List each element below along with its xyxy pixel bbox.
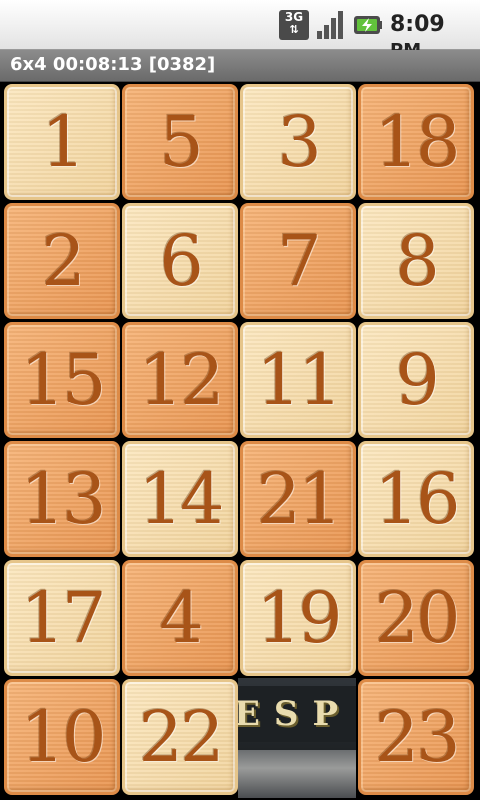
empty-slot: ESP [238, 678, 356, 798]
puzzle-tile-17[interactable]: 17 [4, 560, 120, 676]
puzzle-tile-5[interactable]: 5 [122, 84, 238, 200]
puzzle-tile-1[interactable]: 1 [4, 84, 120, 200]
puzzle-tile-16[interactable]: 16 [358, 441, 474, 557]
puzzle-tile-21[interactable]: 21 [240, 441, 356, 557]
puzzle-tile-12[interactable]: 12 [122, 322, 238, 438]
data-arrows-icon: ⇅ [289, 23, 299, 36]
puzzle-tile-7[interactable]: 7 [240, 203, 356, 319]
puzzle-tile-14[interactable]: 14 [122, 441, 238, 557]
clock-time: 8:09 [390, 12, 445, 37]
puzzle-tile-2[interactable]: 2 [4, 203, 120, 319]
puzzle-tile-3[interactable]: 3 [240, 84, 356, 200]
puzzle-tile-19[interactable]: 19 [240, 560, 356, 676]
puzzle-tile-18[interactable]: 18 [358, 84, 474, 200]
puzzle-tile-23[interactable]: 23 [358, 679, 474, 795]
clock: 8:09 PM [390, 12, 480, 61]
puzzle-tile-9[interactable]: 9 [358, 322, 474, 438]
network-label: 3G [284, 10, 304, 24]
puzzle-tile-11[interactable]: 11 [240, 322, 356, 438]
status-bar: 3G ⇅ 8:09 PM [0, 0, 480, 61]
puzzle-tile-13[interactable]: 13 [4, 441, 120, 557]
puzzle-tile-22[interactable]: 22 [122, 679, 238, 795]
signal-strength-icon [317, 11, 343, 39]
game-title-bar: 6x4 00:08:13 [0382] [0, 50, 480, 82]
game-status-text: 6x4 00:08:13 [0382] [10, 54, 216, 75]
empty-slot-picture-text: ESP [238, 686, 356, 742]
puzzle-tile-6[interactable]: 6 [122, 203, 238, 319]
puzzle-tile-20[interactable]: 20 [358, 560, 474, 676]
battery-charging-icon [354, 16, 382, 34]
network-3g-icon: 3G ⇅ [279, 10, 309, 40]
puzzle-board: 1 5 3 18 2 6 7 8 15 12 11 9 13 14 21 16 17 4 19 20 10 22 ESP 23 [0, 82, 480, 800]
puzzle-tile-8[interactable]: 8 [358, 203, 474, 319]
puzzle-tile-4[interactable]: 4 [122, 560, 238, 676]
puzzle-tile-10[interactable]: 10 [4, 679, 120, 795]
puzzle-tile-15[interactable]: 15 [4, 322, 120, 438]
